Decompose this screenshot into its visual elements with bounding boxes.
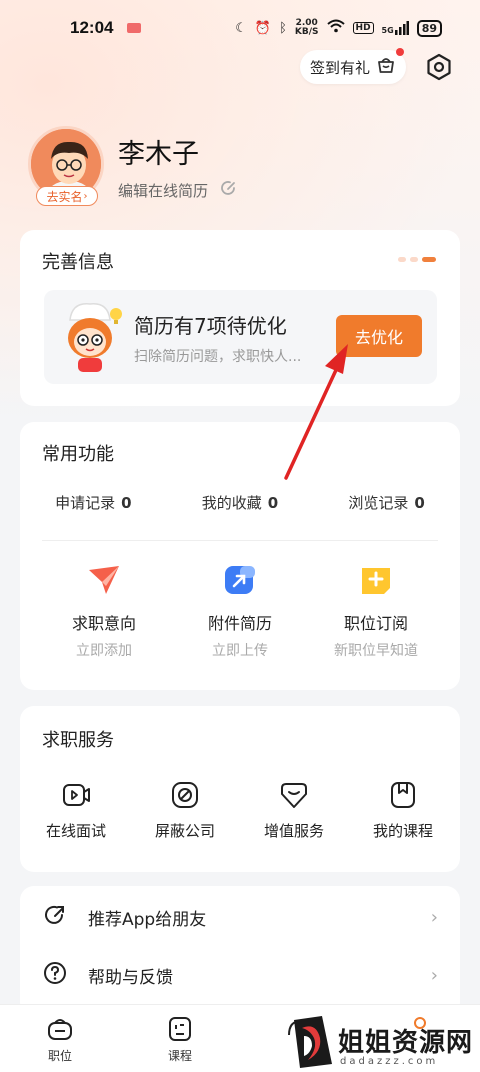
- realname-badge[interactable]: 去实名 ›: [36, 186, 98, 206]
- optimize-subtitle: 扫除简历问题，求职快人...: [134, 349, 302, 365]
- carousel-indicator: [398, 257, 436, 262]
- help-icon: [42, 960, 68, 990]
- stat-favorites[interactable]: 我的收藏 0: [202, 492, 278, 513]
- sign-in-reward-button[interactable]: 签到有礼: [300, 48, 406, 84]
- paper-plane-icon: [86, 562, 122, 598]
- common-functions-title: 常用功能: [42, 444, 114, 465]
- menu-item-recommend-app[interactable]: 推荐App给朋友 ›: [20, 888, 460, 946]
- jobs-icon: [46, 1015, 74, 1043]
- mascot-illustration: [54, 298, 126, 376]
- stat-browse-history[interactable]: 浏览记录 0: [348, 492, 424, 513]
- course-tab-icon: [166, 1015, 194, 1043]
- menu-card: 推荐App给朋友 › 帮助与反馈 ›: [20, 886, 460, 1016]
- watermark-sub: dadazzz.com: [340, 1056, 439, 1067]
- settings-icon[interactable]: [424, 52, 454, 82]
- watermark-text: 姐姐资源网: [338, 1028, 474, 1058]
- hd-badge: HD: [352, 22, 374, 34]
- watermark: 姐姐资源网 dadazzz.com: [290, 1012, 480, 1072]
- status-time: 12:04: [70, 18, 114, 37]
- func-job-subscribe[interactable]: 职位订阅 新职位早知道: [316, 562, 436, 660]
- service-online-interview[interactable]: 在线面试: [31, 780, 121, 841]
- refresh-arrow-icon: [218, 178, 238, 202]
- net-speed: 2.00 KB/S: [294, 18, 319, 37]
- alarm-icon: ⏰: [254, 20, 272, 36]
- stats-row: 申请记录 0 我的收藏 0 浏览记录 0: [20, 492, 460, 513]
- course-icon: [388, 780, 418, 810]
- status-icons: ☾ ⏰ ᛒ 2.00 KB/S HD 5G 89: [235, 19, 442, 37]
- share-icon: [42, 902, 68, 932]
- value-service-icon: [279, 780, 309, 810]
- improve-info-card: 完善信息 简历有7项待优化 扫除简历问题，求职快人... 去优化: [20, 230, 460, 406]
- job-services-title: 求职服务: [42, 730, 114, 751]
- battery-indicator: 89: [416, 19, 442, 37]
- signal-icon: 5G: [382, 21, 409, 35]
- chevron-right-icon: ›: [430, 964, 438, 986]
- menu-item-help-feedback[interactable]: 帮助与反馈 ›: [20, 946, 460, 1004]
- chevron-right-icon: ›: [83, 190, 88, 202]
- video-icon: [61, 780, 91, 810]
- wifi-icon: [326, 19, 345, 37]
- block-icon: [170, 780, 200, 810]
- status-bar: 12:04 ☾ ⏰ ᛒ 2.00 KB/S HD 5G 89: [0, 0, 480, 56]
- func-job-intention[interactable]: 求职意向 立即添加: [44, 562, 164, 660]
- moon-icon: ☾: [235, 20, 247, 36]
- chevron-right-icon: ›: [430, 906, 438, 928]
- resume-optimize-banner[interactable]: 简历有7项待优化 扫除简历问题，求职快人... 去优化: [44, 290, 437, 384]
- upload-folder-icon: [222, 562, 258, 598]
- divider: [42, 540, 438, 541]
- stat-applications[interactable]: 申请记录 0: [55, 492, 131, 513]
- func-attachment-resume[interactable]: 附件简历 立即上传: [180, 562, 300, 660]
- service-block-company[interactable]: 屏蔽公司: [140, 780, 230, 841]
- bluetooth-icon: ᛒ: [279, 20, 287, 36]
- optimize-headline: 简历有7项待优化: [134, 314, 287, 338]
- notification-dot: [396, 48, 404, 56]
- user-name: 李木子: [118, 139, 199, 170]
- tab-jobs[interactable]: 职位: [30, 1015, 90, 1064]
- job-services-card: 求职服务 在线面试 屏蔽公司 增值服务 我的课程: [20, 706, 460, 872]
- common-functions-card: 常用功能 申请记录 0 我的收藏 0 浏览记录 0 求职意向 立即添加 附件简历 立即…: [20, 422, 460, 690]
- optimize-button[interactable]: 去优化: [336, 315, 422, 357]
- service-my-courses[interactable]: 我的课程: [358, 780, 448, 841]
- tab-courses[interactable]: 课程: [150, 1015, 210, 1064]
- improve-info-title: 完善信息: [42, 252, 114, 273]
- service-value-added[interactable]: 增值服务: [249, 780, 339, 841]
- notification-app-icon: [127, 23, 142, 33]
- watermark-logo-icon: [294, 1016, 332, 1068]
- edit-resume-link[interactable]: 编辑在线简历: [118, 178, 238, 202]
- gift-basket-icon: [376, 55, 396, 79]
- sign-in-label: 签到有礼: [309, 58, 370, 77]
- subscribe-plus-icon: [358, 562, 394, 598]
